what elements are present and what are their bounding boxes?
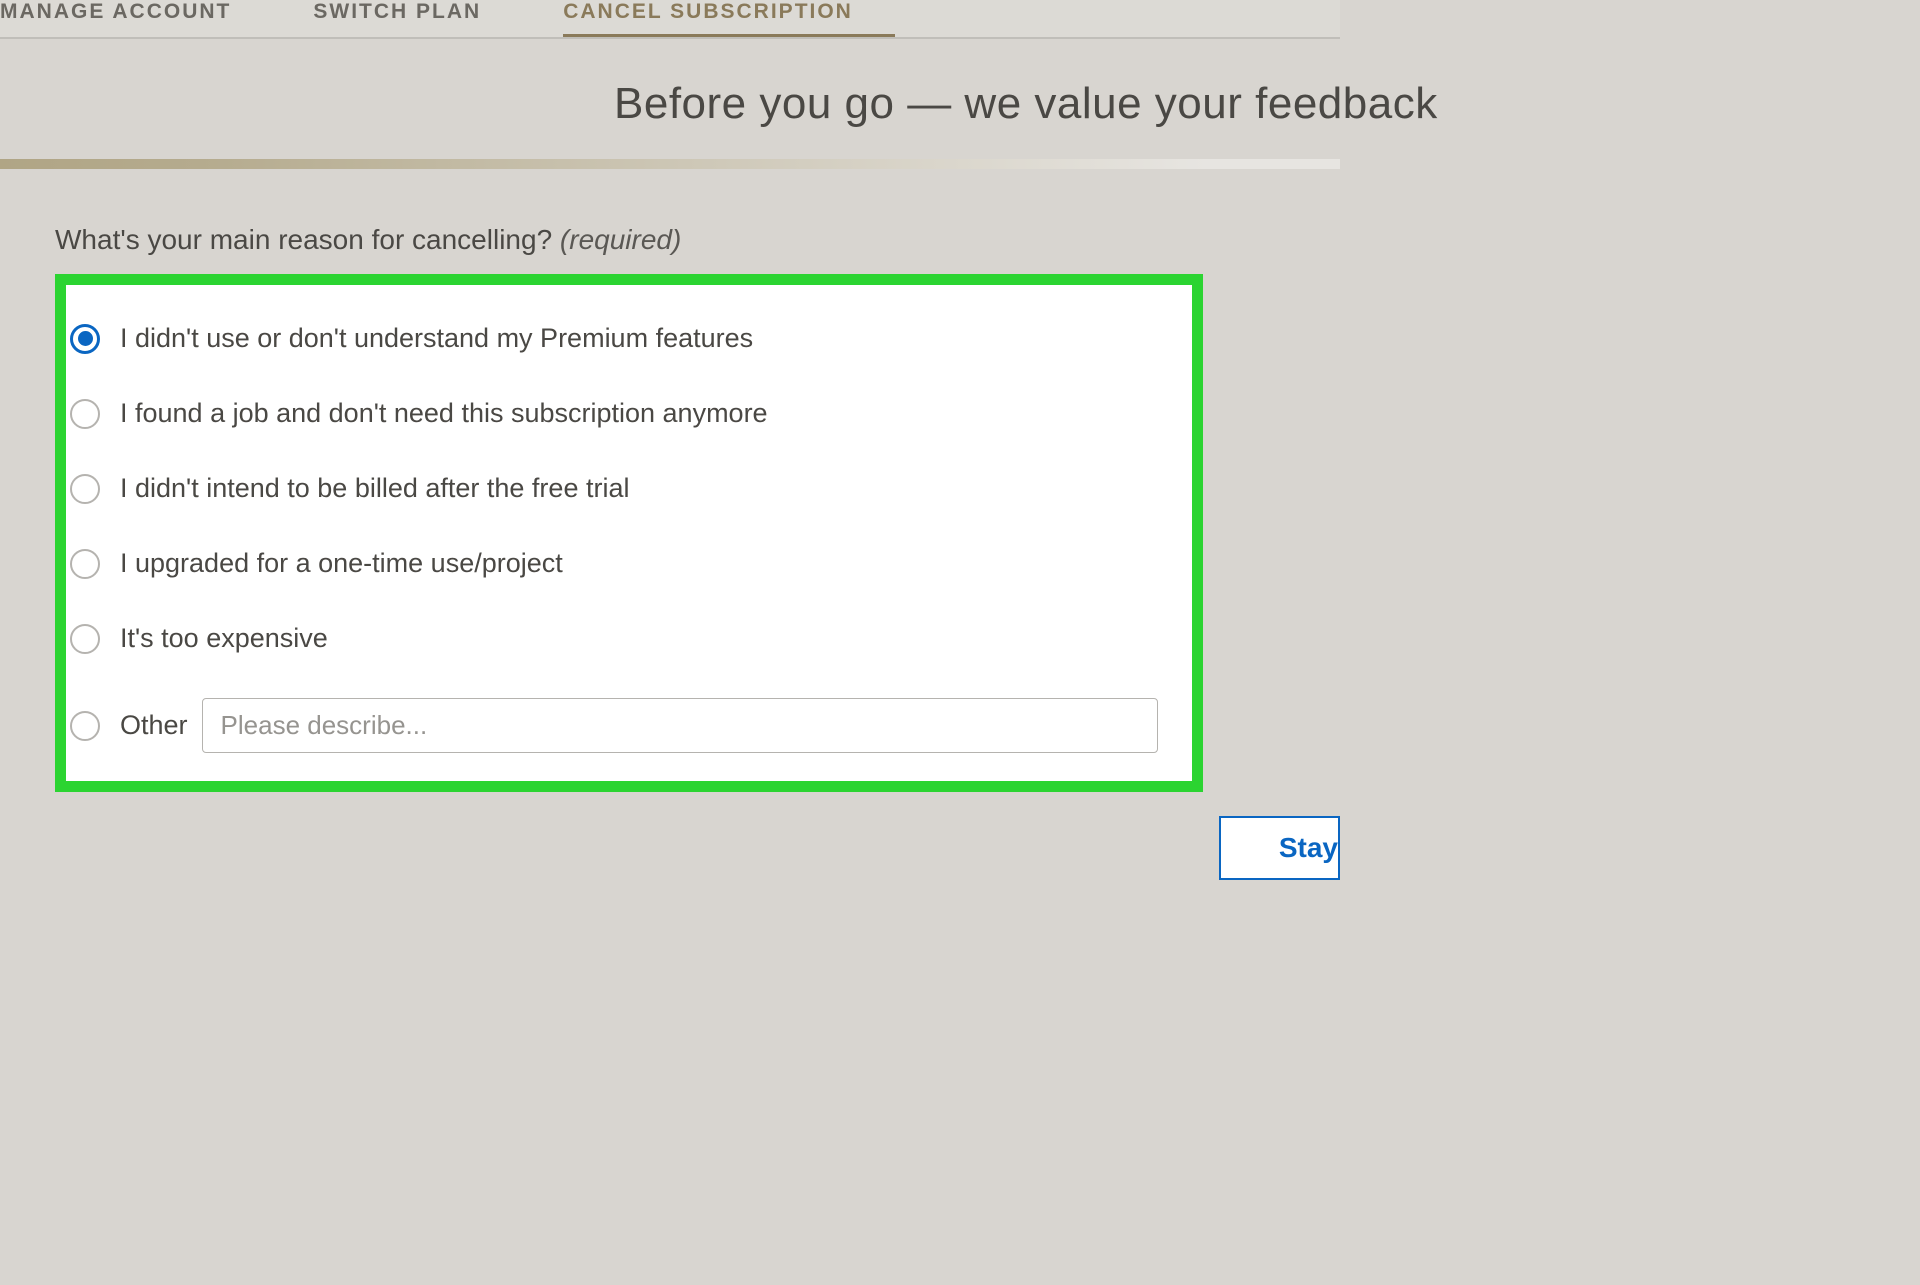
radio-premium-features[interactable] xyxy=(70,324,100,354)
option-row-premium-features[interactable]: I didn't use or don't understand my Prem… xyxy=(70,293,1188,376)
heading-section: Before you go — we value your feedback xyxy=(0,39,1340,169)
tab-bar: MANAGE ACCOUNT SWITCH PLAN CANCEL SUBSCR… xyxy=(0,0,1340,39)
option-label-found-job[interactable]: I found a job and don't need this subscr… xyxy=(120,398,768,429)
stay-button[interactable]: Stay xyxy=(1219,816,1340,880)
radio-expensive[interactable] xyxy=(70,624,100,654)
option-row-free-trial[interactable]: I didn't intend to be billed after the f… xyxy=(70,451,1188,526)
radio-dot-icon xyxy=(78,331,93,346)
tab-cancel-subscription[interactable]: CANCEL SUBSCRIPTION xyxy=(563,0,895,37)
other-describe-input[interactable] xyxy=(202,698,1158,753)
page-heading: Before you go — we value your feedback xyxy=(0,79,1340,129)
option-label-one-time[interactable]: I upgraded for a one-time use/project xyxy=(120,548,563,579)
radio-other[interactable] xyxy=(70,711,100,741)
option-label-free-trial[interactable]: I didn't intend to be billed after the f… xyxy=(120,473,629,504)
tab-switch-plan[interactable]: SWITCH PLAN xyxy=(313,0,523,37)
radio-found-job[interactable] xyxy=(70,399,100,429)
option-row-other[interactable]: Other xyxy=(70,676,1188,763)
radio-free-trial[interactable] xyxy=(70,474,100,504)
option-label-premium-features[interactable]: I didn't use or don't understand my Prem… xyxy=(120,323,753,354)
radio-one-time[interactable] xyxy=(70,549,100,579)
question-row: What's your main reason for cancelling? … xyxy=(55,224,1285,256)
option-label-other[interactable]: Other xyxy=(120,710,188,741)
option-label-expensive[interactable]: It's too expensive xyxy=(120,623,328,654)
option-row-found-job[interactable]: I found a job and don't need this subscr… xyxy=(70,376,1188,451)
option-row-one-time[interactable]: I upgraded for a one-time use/project xyxy=(70,526,1188,601)
required-label: (required) xyxy=(560,224,681,255)
option-row-expensive[interactable]: It's too expensive xyxy=(70,601,1188,676)
options-panel: I didn't use or don't understand my Prem… xyxy=(55,274,1203,792)
question-text: What's your main reason for cancelling? xyxy=(55,224,560,255)
tab-manage-account[interactable]: MANAGE ACCOUNT xyxy=(0,0,273,37)
content-area: What's your main reason for cancelling? … xyxy=(0,169,1340,792)
